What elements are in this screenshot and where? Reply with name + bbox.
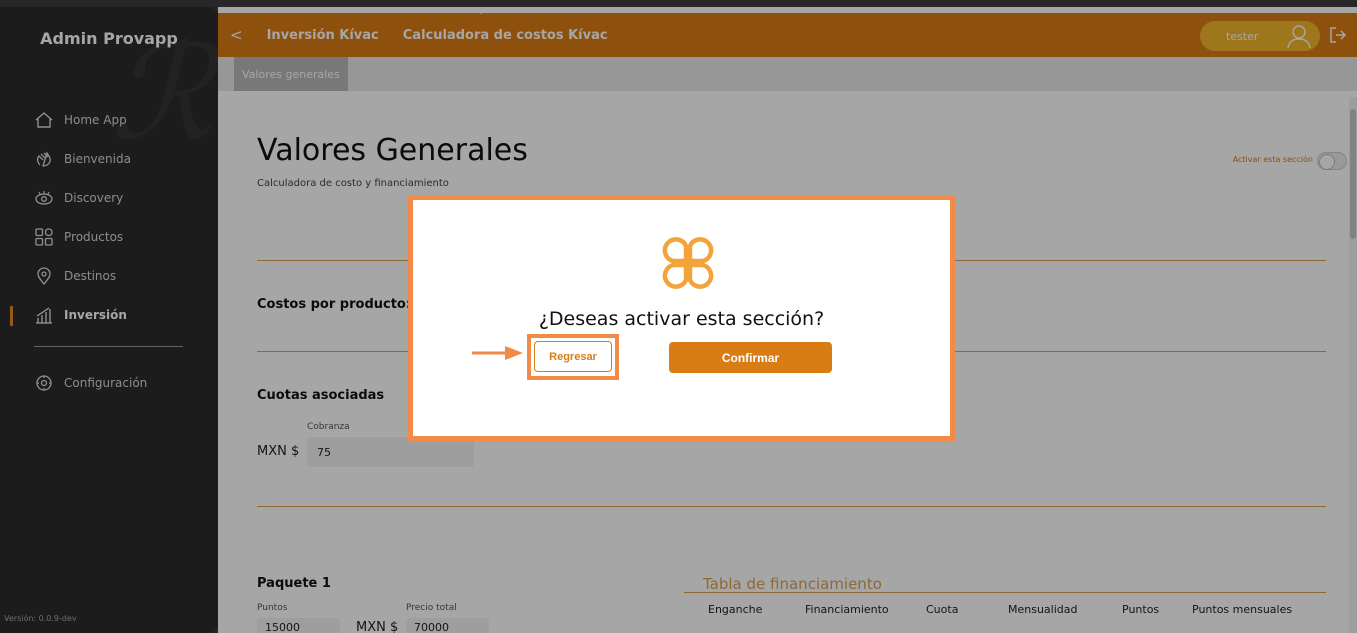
confirm-button[interactable]: Confirmar [669,342,832,373]
arrow-pointer-icon [472,346,523,360]
modal-question: ¿Deseas activar esta sección? [538,308,825,330]
clover-logo-icon [662,237,714,289]
confirm-modal: ¿Deseas activar esta sección? Regresar C… [408,195,955,441]
back-button[interactable]: Regresar [534,341,612,372]
